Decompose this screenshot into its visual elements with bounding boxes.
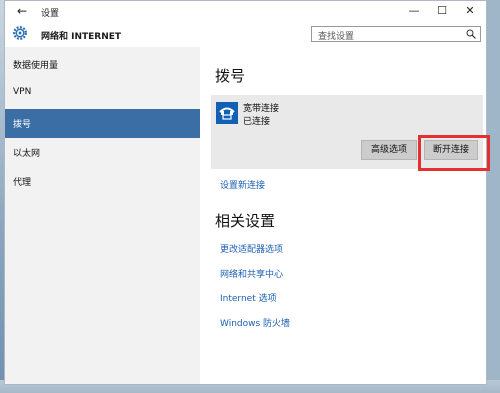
- page-title: 拨号: [215, 67, 246, 85]
- sidebar-item-vpn[interactable]: VPN: [5, 79, 200, 108]
- search-placeholder: 查找设置: [318, 32, 355, 42]
- setup-new-connection-link[interactable]: 设置新连接: [220, 178, 265, 191]
- gear-icon: [13, 26, 27, 40]
- title-bar: ← 设置 — ☐ ✕: [5, 1, 486, 23]
- connection-status: 已连接: [243, 117, 271, 127]
- sidebar-item-dialup[interactable]: 拨号: [5, 109, 200, 138]
- minimize-button[interactable]: —: [405, 4, 423, 17]
- advanced-options-button[interactable]: 高级选项: [361, 140, 417, 160]
- sidebar-item-ethernet[interactable]: 以太网: [5, 138, 200, 167]
- sidebar-item-label: 拨号: [13, 120, 32, 130]
- sidebar-item-label: 代理: [13, 178, 32, 188]
- dialup-connection-icon: [216, 102, 238, 124]
- search-icon: [466, 29, 476, 39]
- change-adapter-options-link[interactable]: 更改适配器选项: [220, 242, 283, 255]
- windows-firewall-link[interactable]: Windows 防火墙: [220, 316, 290, 329]
- close-button[interactable]: ✕: [461, 4, 479, 17]
- network-sharing-center-link[interactable]: 网络和共享中心: [220, 267, 283, 280]
- sidebar-item-label: 数据使用量: [13, 61, 59, 71]
- sidebar-item-data-usage[interactable]: 数据使用量: [5, 50, 200, 79]
- back-arrow-icon[interactable]: ←: [17, 4, 27, 18]
- maximize-button[interactable]: ☐: [433, 4, 451, 17]
- highlight-box: [418, 135, 490, 171]
- section-title: 网络和 INTERNET: [41, 32, 122, 42]
- internet-options-link[interactable]: Internet 选项: [220, 291, 277, 304]
- settings-header: 网络和 INTERNET 查找设置: [5, 23, 486, 47]
- window-title: 设置: [41, 9, 60, 19]
- related-settings-heading: 相关设置: [215, 212, 276, 230]
- sidebar: 数据使用量 VPN 拨号 以太网 代理: [5, 47, 200, 384]
- sidebar-item-proxy[interactable]: 代理: [5, 167, 200, 196]
- search-input[interactable]: 查找设置: [311, 26, 481, 42]
- connection-name: 宽带连接: [243, 104, 280, 114]
- sidebar-item-label: 以太网: [13, 149, 41, 159]
- sidebar-item-label: VPN: [13, 87, 32, 97]
- settings-window: ← 设置 — ☐ ✕ 网络和 INTERNET 查找设置 数据使用量 VPN 拨…: [4, 0, 490, 385]
- main-panel: 拨号 宽带连接 已连接 高级选项 断开连接 设置新连接 相关设置 更改适配器选项…: [200, 47, 490, 384]
